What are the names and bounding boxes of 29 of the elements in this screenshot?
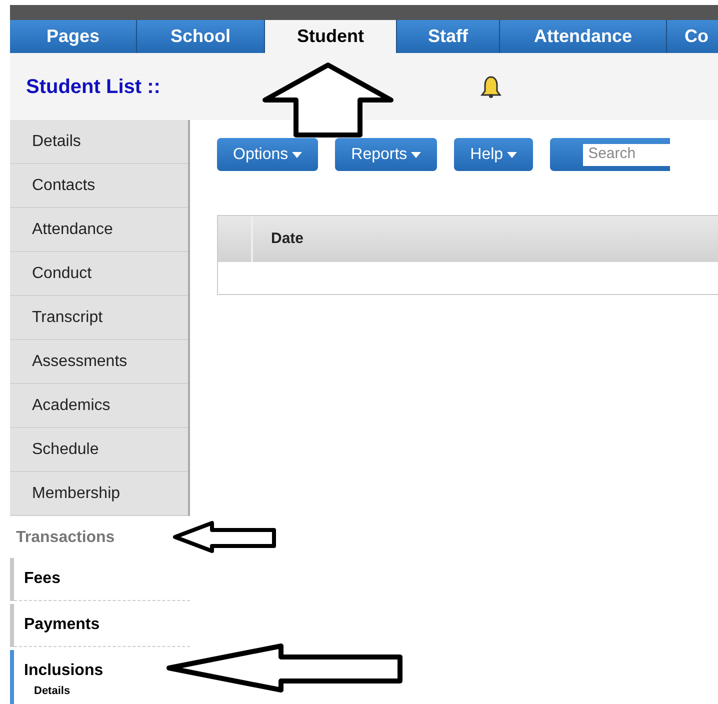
sidebar-item[interactable]: Details xyxy=(10,120,188,164)
nav-tab[interactable]: Student xyxy=(265,20,397,53)
sidebar-subitem[interactable]: Payments xyxy=(10,604,190,647)
section-heading: Transactions xyxy=(15,528,116,548)
nav-tab[interactable]: Co xyxy=(667,20,718,53)
sidebar-item[interactable]: Contacts xyxy=(10,164,188,208)
toolbar-button[interactable]: Help xyxy=(454,138,534,171)
sidebar-item[interactable]: Transcript xyxy=(10,296,188,340)
caret-icon xyxy=(292,152,302,158)
sidebar-item[interactable]: Membership xyxy=(10,472,188,516)
caret-icon xyxy=(411,152,422,158)
sidebar-item[interactable]: Assessments xyxy=(10,340,188,384)
toolbar-button[interactable]: Reports xyxy=(335,138,438,171)
nav-tab[interactable]: Pages xyxy=(10,20,137,53)
nav-tab[interactable]: School xyxy=(137,20,265,53)
bell-icon xyxy=(480,74,502,98)
sidebar-item[interactable]: Conduct xyxy=(10,252,188,296)
sidebar-item[interactable]: Academics xyxy=(10,384,188,428)
column-header: Date xyxy=(270,228,305,249)
caret-icon xyxy=(507,152,518,158)
sidebar-item[interactable]: Schedule xyxy=(10,428,188,472)
toolbar-button[interactable]: Options xyxy=(217,138,318,171)
search-field[interactable]: Search xyxy=(550,138,670,171)
sidebar-subitem[interactable]: Fees xyxy=(10,558,190,601)
nav-tab[interactable]: Staff xyxy=(397,20,500,53)
sidebar-item[interactable]: Attendance xyxy=(10,208,188,252)
page-title: Student List :: xyxy=(26,74,160,100)
nav-tab[interactable]: Attendance xyxy=(500,20,667,53)
subitem-caption: Details xyxy=(34,684,72,699)
